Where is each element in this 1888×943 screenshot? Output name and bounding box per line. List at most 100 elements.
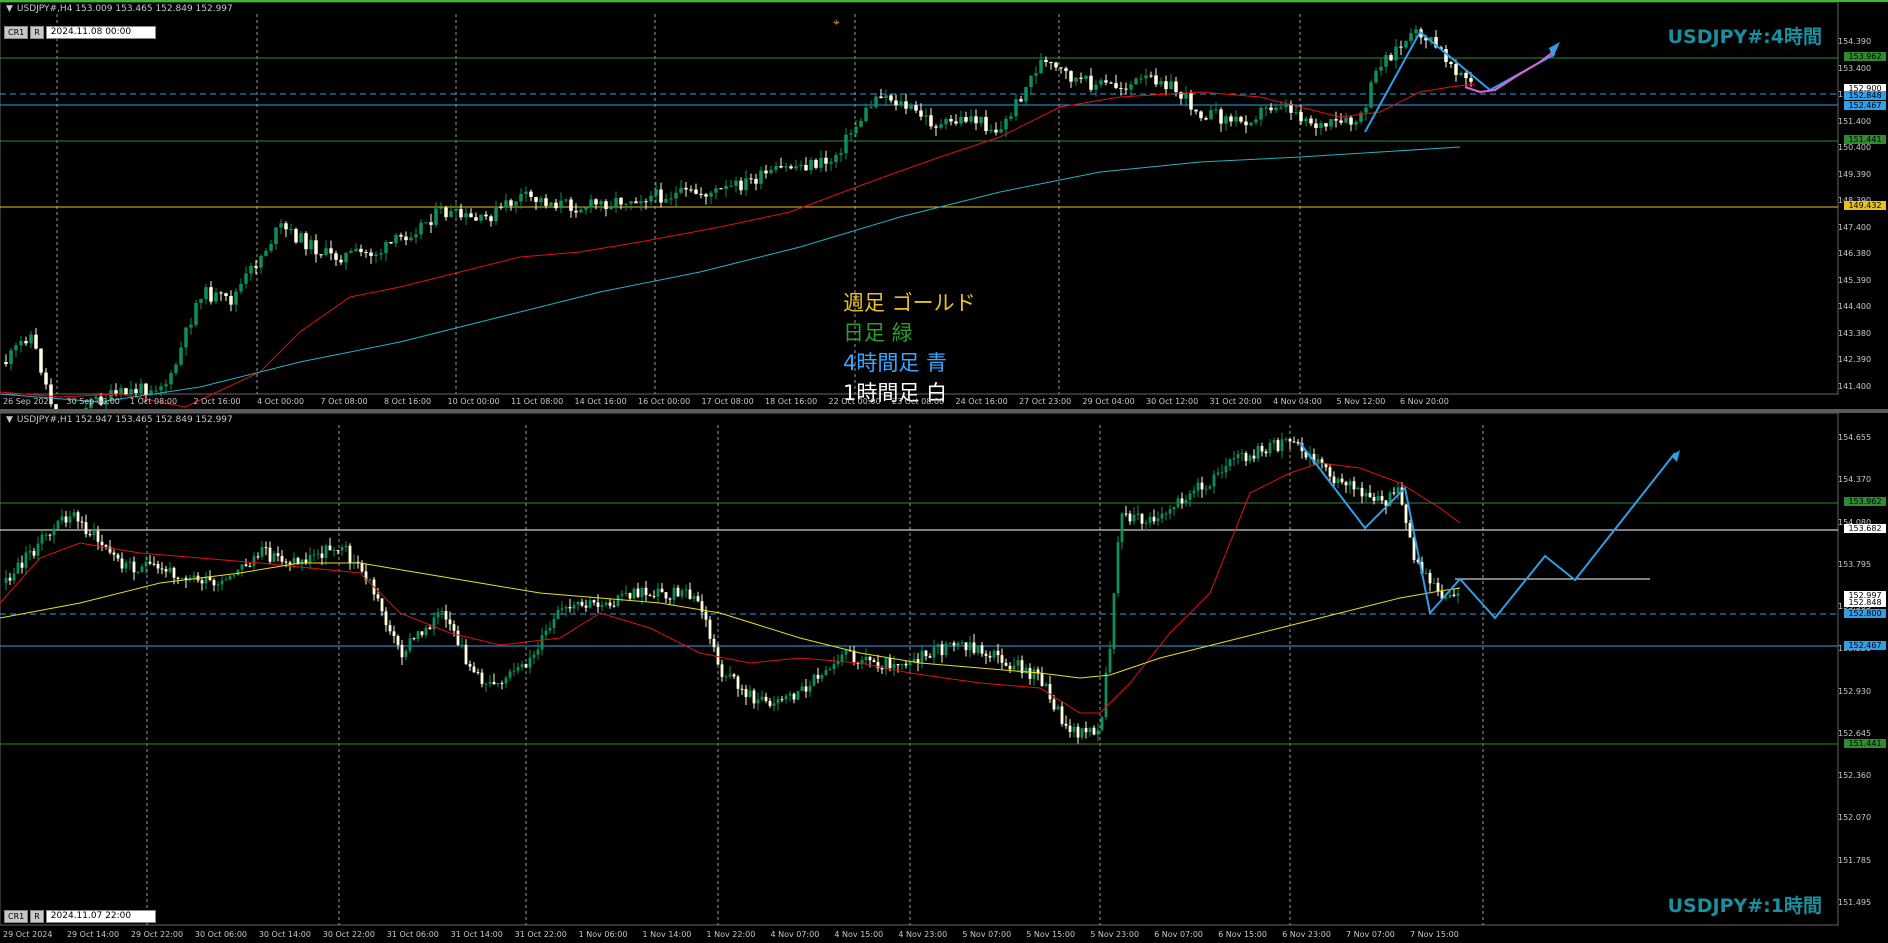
candle xyxy=(789,166,793,169)
candle xyxy=(1254,119,1258,123)
candle xyxy=(148,561,152,564)
candle xyxy=(168,567,172,572)
candle xyxy=(136,571,140,573)
candle xyxy=(1134,78,1138,85)
candle xyxy=(324,545,328,558)
candle xyxy=(674,192,678,199)
datetime-field[interactable]: 2024.11.08 00:00 xyxy=(45,26,156,39)
chart-toolbar: CR1 R 2024.11.07 22:00 xyxy=(4,910,156,923)
candle xyxy=(1408,523,1412,538)
datetime-field[interactable]: 2024.11.07 22:00 xyxy=(45,910,156,923)
candle xyxy=(1169,81,1173,90)
dropdown-icon[interactable]: ▼ xyxy=(6,4,13,14)
candle xyxy=(1432,582,1436,584)
candle xyxy=(1374,70,1378,83)
candle xyxy=(604,201,608,210)
candle xyxy=(629,201,633,204)
price-tick-label: 151.400 xyxy=(1838,116,1872,126)
candle xyxy=(1449,62,1453,65)
cr1-button[interactable]: CR1 xyxy=(4,910,29,923)
candle xyxy=(729,185,733,187)
candle xyxy=(1194,109,1198,112)
time-tick-label: 14 Oct 16:00 xyxy=(574,397,627,406)
candle xyxy=(649,195,653,202)
candle xyxy=(272,553,276,562)
candle xyxy=(414,234,418,238)
candle xyxy=(1216,472,1220,475)
price-tick-label: 152.930 xyxy=(1838,686,1872,696)
candle xyxy=(300,559,304,565)
candle xyxy=(164,384,168,387)
candle xyxy=(1309,118,1313,124)
candle xyxy=(899,101,903,106)
time-tick-label: 7 Nov 07:00 xyxy=(1346,930,1395,939)
candle xyxy=(132,561,136,573)
cr1-button[interactable]: CR1 xyxy=(4,26,29,39)
candle xyxy=(594,199,598,205)
price-tag: 152.848 xyxy=(1844,598,1886,607)
candle xyxy=(1280,439,1284,451)
r-button[interactable]: R xyxy=(30,910,44,923)
time-tick-label: 6 Nov 07:00 xyxy=(1154,930,1204,939)
candle xyxy=(139,383,143,393)
candle xyxy=(1204,118,1208,120)
price-axis[interactable]: 154.655154.370154.080153.795153.505153.2… xyxy=(1836,413,1888,943)
candle xyxy=(1008,665,1012,670)
candle xyxy=(1014,99,1018,117)
candle xyxy=(516,667,520,671)
candle xyxy=(289,229,293,231)
candle xyxy=(724,676,728,678)
h4-chart-panel[interactable]: ⌖ ▼ USDJPY#,H4 153.009 153.465 152.849 15… xyxy=(0,0,1888,409)
candle xyxy=(1079,77,1083,79)
candle xyxy=(589,199,593,208)
candle xyxy=(1368,492,1372,498)
candle xyxy=(1324,123,1328,127)
time-tick-label: 29 Oct 04:00 xyxy=(1082,397,1135,406)
candle xyxy=(1004,118,1008,130)
candle xyxy=(88,534,92,536)
chart-header: ▼ USDJPY#,H1 152.947 153.465 152.849 152.… xyxy=(6,415,233,425)
candle xyxy=(909,105,913,109)
candle xyxy=(1100,717,1104,731)
candle xyxy=(556,609,560,620)
candle xyxy=(528,657,532,668)
candle xyxy=(1089,75,1093,90)
candle xyxy=(964,116,968,122)
candle xyxy=(1316,459,1320,463)
candle xyxy=(904,663,908,666)
candle xyxy=(820,675,824,679)
candle xyxy=(52,528,56,536)
dropdown-icon[interactable]: ▼ xyxy=(6,415,13,425)
candle xyxy=(692,596,696,599)
candle xyxy=(632,588,636,599)
candle xyxy=(1148,516,1152,523)
candle xyxy=(1180,498,1184,504)
candle xyxy=(1348,481,1352,486)
price-tag: 149.432 xyxy=(1844,201,1886,210)
candle xyxy=(1004,662,1008,666)
candle xyxy=(800,686,804,692)
price-axis[interactable]: 154.390153.400152.400151.400150.400149.3… xyxy=(1836,2,1888,409)
candle xyxy=(179,347,183,365)
candle xyxy=(504,200,508,208)
candle xyxy=(994,129,998,133)
candle xyxy=(1069,71,1073,82)
candle xyxy=(444,611,448,620)
h1-chart-canvas[interactable] xyxy=(0,413,1888,943)
candle xyxy=(744,689,748,697)
price-tick-label: 151.785 xyxy=(1838,855,1872,865)
time-tick-label: 5 Nov 12:00 xyxy=(1336,397,1386,406)
h1-chart-panel[interactable]: ▼ USDJPY#,H1 152.947 153.465 152.849 152.… xyxy=(0,413,1888,943)
candle xyxy=(919,110,923,117)
candle xyxy=(84,522,88,535)
candle xyxy=(1044,684,1048,686)
candle xyxy=(1140,513,1144,524)
candle xyxy=(1229,116,1233,122)
candle xyxy=(1000,655,1004,663)
candle xyxy=(1174,81,1178,93)
candle xyxy=(1104,80,1108,83)
candle xyxy=(736,676,740,689)
r-button[interactable]: R xyxy=(30,26,44,39)
candle xyxy=(712,638,716,648)
candle xyxy=(1136,513,1140,515)
